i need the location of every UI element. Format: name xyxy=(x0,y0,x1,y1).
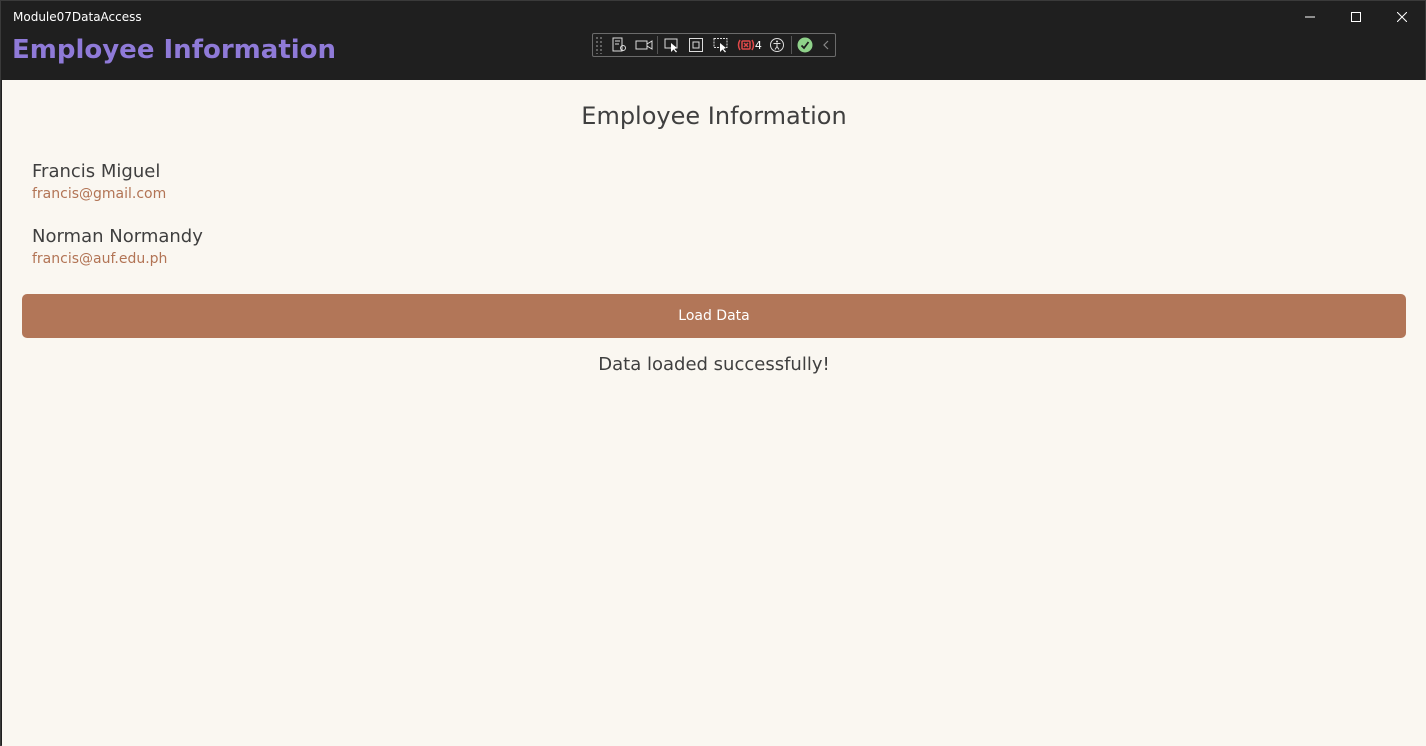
select-element-icon[interactable] xyxy=(659,34,684,56)
display-layout-adorners-icon[interactable] xyxy=(684,34,709,56)
employee-list[interactable]: Francis Miguel francis@gmail.com Norman … xyxy=(32,160,203,290)
checkmark-icon[interactable] xyxy=(793,34,818,56)
close-icon xyxy=(1397,12,1407,22)
toolbar-grip[interactable] xyxy=(595,36,603,54)
list-item[interactable]: Francis Miguel francis@gmail.com xyxy=(32,160,203,225)
video-icon[interactable] xyxy=(632,34,657,56)
track-focus-icon[interactable] xyxy=(709,34,734,56)
page-title: Employee Information xyxy=(581,102,847,130)
window-title: Module07DataAccess xyxy=(13,10,142,24)
employee-name: Francis Miguel xyxy=(32,161,161,182)
toolbar-separator xyxy=(790,36,792,54)
collapse-chevron-icon[interactable] xyxy=(817,34,835,56)
employee-email: francis@auf.edu.ph xyxy=(32,251,168,267)
title-bar[interactable]: Module07DataAccess Employee Information xyxy=(1,1,1425,80)
caption-buttons xyxy=(1287,1,1425,33)
accessibility-icon[interactable] xyxy=(765,34,790,56)
app-window: Module07DataAccess Employee Information xyxy=(0,0,1426,746)
status-message: Data loaded successfully! xyxy=(598,354,830,375)
main-content: Employee Information Francis Miguel fran… xyxy=(2,80,1426,746)
maximize-icon xyxy=(1351,12,1361,22)
employee-name: Norman Normandy xyxy=(32,226,203,247)
xaml-debug-toolbar: 4 xyxy=(592,33,836,57)
live-visual-tree-icon[interactable] xyxy=(607,34,632,56)
employee-email: francis@gmail.com xyxy=(32,186,167,202)
toolbar-separator xyxy=(657,36,659,54)
binding-failure-count: 4 xyxy=(754,38,762,52)
minimize-button[interactable] xyxy=(1287,1,1333,33)
list-item[interactable]: Norman Normandy francis@auf.edu.ph xyxy=(32,225,203,290)
maximize-button[interactable] xyxy=(1333,1,1379,33)
load-data-button[interactable]: Load Data xyxy=(22,294,1406,338)
navigation-page-header: Employee Information xyxy=(12,35,337,65)
close-button[interactable] xyxy=(1379,1,1425,33)
minimize-icon xyxy=(1305,16,1315,18)
